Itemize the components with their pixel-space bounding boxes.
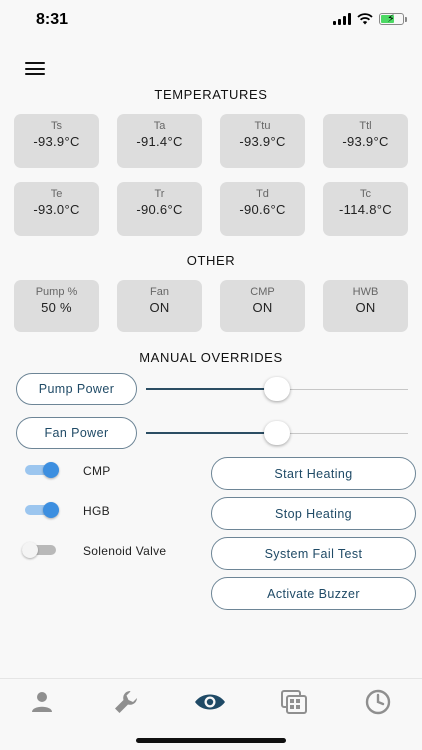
pump-power-slider[interactable] [146, 377, 408, 401]
temp-tile-ttl: Ttl -93.9°C [323, 114, 408, 168]
temp-tile-ta: Ta -91.4°C [117, 114, 202, 168]
person-icon [32, 692, 52, 712]
solenoid-valve-toggle-label: Solenoid Valve [83, 544, 167, 558]
status-time: 8:31 [36, 11, 69, 28]
menu-icon[interactable] [25, 62, 45, 76]
eye-icon [195, 694, 225, 710]
tile-value: -93.0°C [33, 202, 80, 217]
tile-value: -90.6°C [136, 202, 183, 217]
tile-value: ON [149, 300, 170, 315]
tab-profile[interactable] [22, 687, 62, 717]
home-indicator [136, 738, 286, 743]
tile-label: Ta [153, 120, 166, 132]
tile-value: ON [252, 300, 273, 315]
tile-label: Td [256, 188, 269, 200]
tile-value: -114.8°C [339, 202, 392, 217]
tile-value: ON [355, 300, 376, 315]
status-icons: ⚡ [333, 13, 407, 25]
solenoid-valve-toggle[interactable] [22, 542, 56, 558]
tile-label: Ts [51, 120, 62, 132]
tile-value: 50 % [41, 300, 72, 315]
temp-tile-ts: Ts -93.9°C [14, 114, 99, 168]
slider-fill [146, 432, 277, 434]
tile-value: -93.9°C [239, 134, 286, 149]
tile-value: -91.4°C [136, 134, 183, 149]
tile-label: Tr [154, 188, 165, 200]
tab-monitor[interactable] [190, 687, 230, 717]
tile-label: Pump % [35, 286, 78, 298]
battery-icon: ⚡ [379, 13, 407, 25]
slider-fill [146, 388, 277, 390]
activate-buzzer-button[interactable]: Activate Buzzer [211, 577, 416, 610]
tile-label: Te [50, 188, 63, 200]
signal-icon [333, 13, 351, 25]
tab-history[interactable] [358, 687, 398, 717]
hgb-toggle[interactable] [25, 502, 59, 518]
other-tile-hwb: HWB ON [323, 280, 408, 332]
slider-thumb[interactable] [264, 377, 290, 401]
temp-tile-ttu: Ttu -93.9°C [220, 114, 305, 168]
tile-label: Ttl [359, 120, 372, 132]
system-fail-test-button[interactable]: System Fail Test [211, 537, 416, 570]
temp-tile-tr: Tr -90.6°C [117, 182, 202, 236]
tile-label: CMP [250, 286, 275, 298]
gallery-icon [281, 690, 307, 714]
temperatures-heading: TEMPERATURES [154, 87, 268, 102]
tile-label: HWB [352, 286, 379, 298]
temp-tile-td: Td -90.6°C [220, 182, 305, 236]
pump-power-button[interactable]: Pump Power [16, 373, 137, 405]
slider-track [277, 388, 408, 390]
other-tile-cmp: CMP ON [220, 280, 305, 332]
fan-power-slider[interactable] [146, 421, 408, 445]
slider-thumb[interactable] [264, 421, 290, 445]
temp-tile-te: Te -93.0°C [14, 182, 99, 236]
stop-heating-button[interactable]: Stop Heating [211, 497, 416, 530]
slider-track [277, 432, 408, 434]
tile-label: Fan [150, 286, 169, 298]
status-bar: 8:31 ⚡ [0, 0, 422, 44]
clock-icon [365, 689, 391, 715]
start-heating-button[interactable]: Start Heating [211, 457, 416, 490]
tile-label: Ttu [254, 120, 271, 132]
temp-tile-tc: Tc -114.8°C [323, 182, 408, 236]
tile-value: -93.9°C [342, 134, 389, 149]
tab-gallery[interactable] [274, 687, 314, 717]
tab-tools[interactable] [106, 687, 146, 717]
other-heading: OTHER [186, 253, 236, 268]
fan-power-button[interactable]: Fan Power [16, 417, 137, 449]
manual-overrides-heading: MANUAL OVERRIDES [139, 350, 283, 365]
wrench-icon [115, 691, 137, 713]
hgb-toggle-label: HGB [83, 504, 110, 518]
tile-value: -90.6°C [239, 202, 286, 217]
cmp-toggle-label: CMP [83, 464, 111, 478]
tile-label: Tc [360, 188, 371, 200]
cmp-toggle[interactable] [25, 462, 59, 478]
tile-value: -93.9°C [33, 134, 80, 149]
other-tile-fan: Fan ON [117, 280, 202, 332]
wifi-icon [357, 13, 373, 25]
other-tile-pump: Pump % 50 % [14, 280, 99, 332]
